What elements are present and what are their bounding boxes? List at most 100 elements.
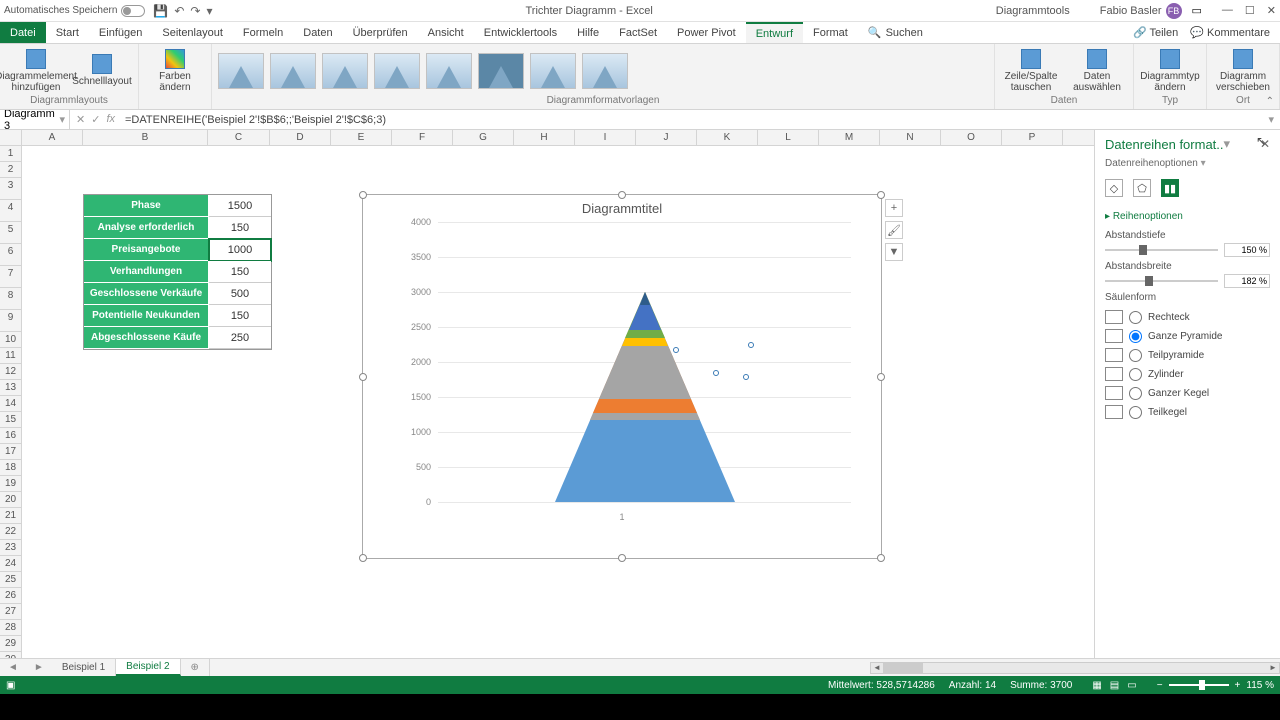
row-header[interactable]: 3 [0, 178, 21, 200]
ribbon-mode-icon[interactable]: ▭ [1192, 4, 1202, 17]
chart-style-thumb[interactable] [270, 53, 316, 89]
chart-filter-button[interactable]: ▼ [885, 243, 903, 261]
row-header[interactable]: 18 [0, 460, 21, 476]
chart-styles-button[interactable]: 🖌 [885, 221, 903, 239]
user-account[interactable]: Fabio Basler FB [1100, 3, 1182, 19]
value-cell[interactable]: 250 [209, 327, 271, 349]
collapse-ribbon-icon[interactable]: ⌃ [1266, 96, 1274, 107]
name-box[interactable]: Diagramm 3▾ [0, 108, 70, 132]
quick-layout-button[interactable]: Schnelllayout [72, 47, 132, 95]
tab-einfügen[interactable]: Einfügen [89, 22, 152, 43]
column-header[interactable]: J [636, 130, 697, 145]
select-data-button[interactable]: Daten auswählen [1067, 47, 1127, 95]
tab-ansicht[interactable]: Ansicht [418, 22, 474, 43]
row-header[interactable]: 1 [0, 146, 21, 162]
fill-line-icon[interactable]: ◇ [1105, 179, 1123, 197]
tab-entwurf[interactable]: Entwurf [746, 22, 803, 43]
value-cell[interactable]: 500 [209, 283, 271, 305]
column-header[interactable]: K [697, 130, 758, 145]
chart-title[interactable]: Diagrammtitel [363, 195, 881, 222]
add-chart-element-button[interactable]: Diagrammelement hinzufügen [6, 47, 66, 95]
chart-style-thumb[interactable] [218, 53, 264, 89]
tab-start[interactable]: Start [46, 22, 89, 43]
column-header[interactable]: F [392, 130, 453, 145]
record-macro-icon[interactable]: ▣ [6, 680, 15, 691]
phase-cell[interactable]: Analyse erforderlich [84, 217, 209, 239]
gap-depth-input[interactable] [1224, 243, 1270, 257]
resize-handle[interactable] [359, 554, 367, 562]
horizontal-scrollbar[interactable]: ◄► [870, 662, 1280, 674]
comments-button[interactable]: 💬 Kommentare [1190, 26, 1270, 39]
close-button[interactable]: ✕ [1267, 4, 1276, 17]
minimize-button[interactable]: — [1222, 4, 1233, 17]
row-header[interactable]: 12 [0, 364, 21, 380]
column-header[interactable]: D [270, 130, 331, 145]
row-header[interactable]: 4 [0, 200, 21, 222]
value-cell[interactable]: 150 [209, 305, 271, 327]
row-header[interactable]: 28 [0, 620, 21, 636]
phase-cell[interactable]: Abgeschlossene Käufe [84, 327, 209, 349]
pyramid-series[interactable] [555, 292, 735, 502]
phase-cell[interactable]: Potentielle Neukunden [84, 305, 209, 327]
share-button[interactable]: 🔗 Teilen [1133, 26, 1178, 39]
undo-icon[interactable]: ↶ [174, 4, 184, 18]
row-header[interactable]: 23 [0, 540, 21, 556]
row-header[interactable]: 10 [0, 332, 21, 348]
search-tab[interactable]: 🔍 Suchen [858, 22, 933, 43]
shape-radio-option[interactable]: Rechteck [1105, 310, 1270, 324]
tab-daten[interactable]: Daten [293, 22, 342, 43]
shape-radio-option[interactable]: Ganze Pyramide [1105, 329, 1270, 343]
move-chart-button[interactable]: Diagramm verschieben [1213, 47, 1273, 95]
row-header[interactable]: 15 [0, 412, 21, 428]
gap-depth-slider[interactable] [1105, 243, 1270, 257]
row-header[interactable]: 6 [0, 244, 21, 266]
plot-area[interactable]: 40003500300025002000150010005000 [383, 222, 861, 522]
row-header[interactable]: 17 [0, 444, 21, 460]
tab-hilfe[interactable]: Hilfe [567, 22, 609, 43]
row-header[interactable]: 2 [0, 162, 21, 178]
row-header[interactable]: 22 [0, 524, 21, 540]
row-header[interactable]: 27 [0, 604, 21, 620]
change-chart-type-button[interactable]: Diagrammtyp ändern [1140, 47, 1200, 95]
phase-cell[interactable]: Geschlossene Verkäufe [84, 283, 209, 305]
chart-style-thumb[interactable] [426, 53, 472, 89]
sheet-nav-prev[interactable]: ◄ [0, 662, 26, 673]
tab-format[interactable]: Format [803, 22, 858, 43]
confirm-formula-icon[interactable]: ✓ [91, 113, 100, 126]
chart-style-thumb[interactable] [322, 53, 368, 89]
autosave-toggle[interactable]: Automatisches Speichern [4, 5, 145, 17]
cancel-formula-icon[interactable]: ✕ [76, 113, 85, 126]
row-header[interactable]: 13 [0, 380, 21, 396]
zoom-level[interactable]: 115 % [1246, 680, 1274, 691]
row-header[interactable]: 26 [0, 588, 21, 604]
column-header[interactable]: L [758, 130, 819, 145]
chart-style-thumb[interactable] [374, 53, 420, 89]
chart-elements-button[interactable]: + [885, 199, 903, 217]
chart-object[interactable]: + 🖌 ▼ Diagrammtitel 40003500300025002000… [362, 194, 882, 559]
phase-cell[interactable]: Preisangebote [84, 239, 209, 261]
tab-factset[interactable]: FactSet [609, 22, 667, 43]
close-pane-button[interactable]: ✕ [1260, 137, 1270, 151]
resize-handle[interactable] [359, 191, 367, 199]
page-break-view-icon[interactable]: ▭ [1127, 680, 1136, 691]
value-cell[interactable]: 1000 [209, 239, 271, 261]
row-header[interactable]: 8 [0, 288, 21, 310]
row-header[interactable]: 7 [0, 266, 21, 288]
resize-handle[interactable] [618, 554, 626, 562]
tab-seitenlayout[interactable]: Seitenlayout [152, 22, 233, 43]
tab-entwicklertools[interactable]: Entwicklertools [474, 22, 567, 43]
shape-radio-option[interactable]: Ganzer Kegel [1105, 386, 1270, 400]
column-header[interactable]: P [1002, 130, 1063, 145]
column-header[interactable]: B [83, 130, 208, 145]
tab-power pivot[interactable]: Power Pivot [667, 22, 746, 43]
select-all-corner[interactable] [0, 130, 22, 145]
change-colors-button[interactable]: Farben ändern [145, 47, 205, 95]
value-cell[interactable]: 150 [209, 217, 271, 239]
sheet-tab[interactable]: Beispiel 1 [52, 659, 116, 676]
switch-row-col-button[interactable]: Zeile/Spalte tauschen [1001, 47, 1061, 95]
resize-handle[interactable] [877, 191, 885, 199]
save-icon[interactable]: 💾 [153, 4, 168, 18]
column-header[interactable]: N [880, 130, 941, 145]
tab-formeln[interactable]: Formeln [233, 22, 293, 43]
add-sheet-button[interactable]: ⊕ [181, 659, 210, 676]
